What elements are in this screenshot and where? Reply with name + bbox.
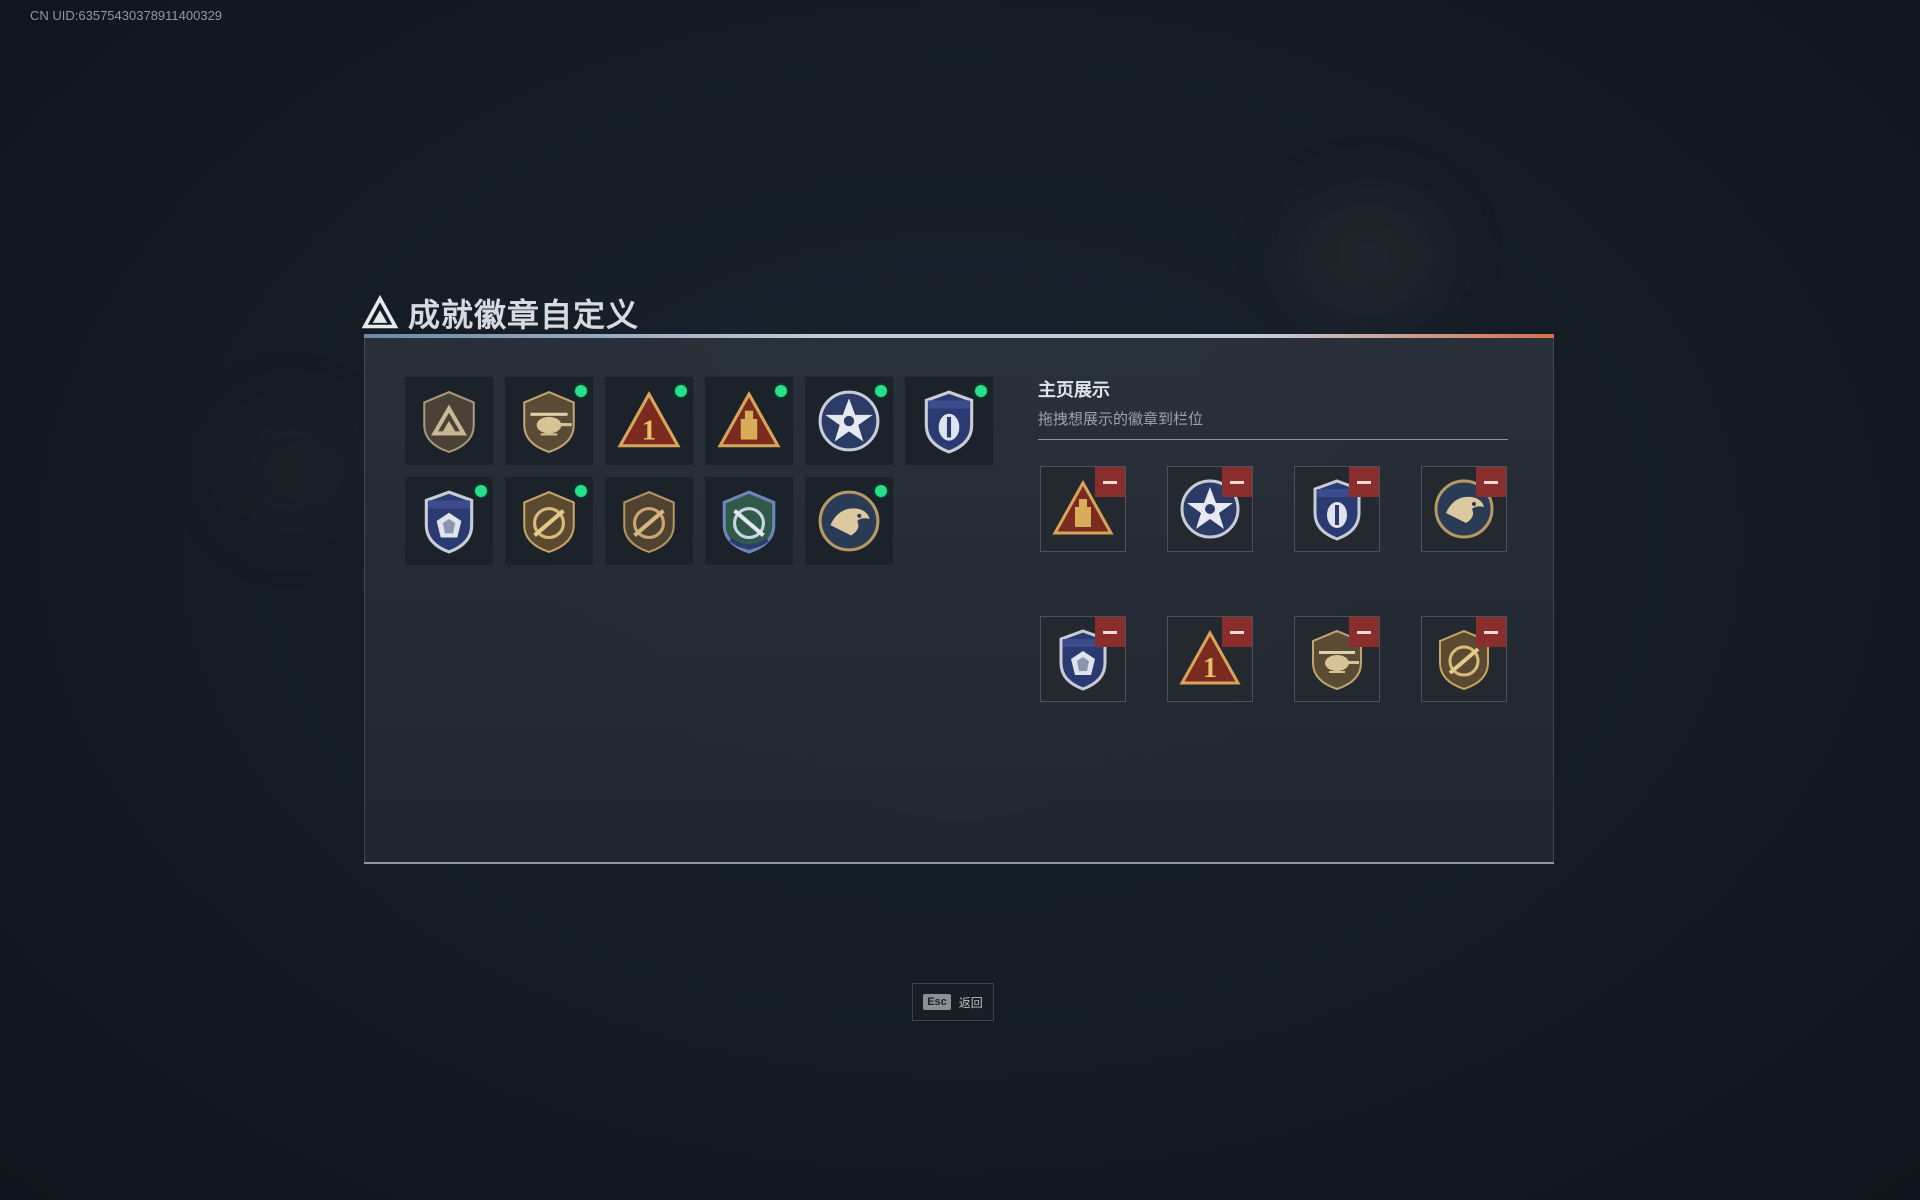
badge-inventory-slot[interactable]: [404, 376, 494, 466]
panel-bottom-border: [364, 862, 1554, 864]
delta-shield-badge-icon: [423, 391, 475, 454]
remove-badge-button[interactable]: [1349, 617, 1379, 647]
badge-inventory-slot[interactable]: [704, 376, 794, 466]
remove-badge-button[interactable]: [1349, 467, 1379, 497]
showcase-slots: 1: [1040, 466, 1510, 702]
minus-icon: [1484, 630, 1498, 634]
police-shield-crest-badge-icon: [424, 490, 474, 554]
remove-badge-button[interactable]: [1222, 467, 1252, 497]
divider: [1038, 439, 1508, 440]
showcase-slot[interactable]: [1040, 616, 1126, 702]
badge-inventory-slot[interactable]: [804, 376, 894, 466]
new-indicator-dot: [875, 385, 887, 397]
delta-logo-icon: [362, 295, 398, 329]
showcase-title: 主页展示: [1038, 380, 1110, 400]
back-label: 返回: [958, 995, 983, 1010]
badge-inventory-slot[interactable]: [704, 476, 794, 566]
badge-inventory-grid: 1: [404, 376, 1004, 566]
minus-icon: [1484, 480, 1498, 484]
background-glow: [220, 400, 360, 540]
remove-badge-button[interactable]: [1476, 617, 1506, 647]
background-glow: [1290, 190, 1450, 320]
police-shield-blue-badge-icon: [924, 390, 974, 454]
new-indicator-dot: [575, 485, 587, 497]
showcase-subtitle: 拖拽想展示的徽章到栏位: [1038, 411, 1204, 428]
new-indicator-dot: [475, 485, 487, 497]
badge-inventory-slot[interactable]: [504, 476, 594, 566]
esc-key-hint: Esc: [923, 994, 951, 1010]
red-triangle-one-badge-icon: 1: [617, 391, 681, 448]
badge-inventory-slot[interactable]: [604, 476, 694, 566]
star-silver-round-badge-icon: [818, 390, 880, 452]
badge-inventory-slot[interactable]: 1: [604, 376, 694, 466]
rifle-shield-bronze-badge-icon: [623, 491, 675, 554]
new-indicator-dot: [875, 485, 887, 497]
page-title: 成就徽章自定义: [362, 288, 639, 338]
badge-inventory-slot[interactable]: [404, 476, 494, 566]
showcase-slot[interactable]: [1167, 466, 1253, 552]
remove-badge-button[interactable]: [1476, 467, 1506, 497]
showcase-slot[interactable]: [1421, 466, 1507, 552]
showcase-header: 主页展示 拖拽想展示的徽章到栏位: [1038, 376, 1508, 440]
showcase-slot[interactable]: [1294, 466, 1380, 552]
minus-icon: [1103, 630, 1117, 634]
showcase-slot[interactable]: [1040, 466, 1126, 552]
remove-badge-button[interactable]: [1095, 617, 1125, 647]
showcase-slot[interactable]: [1421, 616, 1507, 702]
new-indicator-dot: [975, 385, 987, 397]
minus-icon: [1357, 480, 1371, 484]
panel-top-border: [364, 334, 1554, 338]
showcase-slot[interactable]: 1: [1167, 616, 1253, 702]
rifle-shield-gold-badge-icon: [523, 491, 575, 554]
new-indicator-dot: [675, 385, 687, 397]
badge-inventory-slot[interactable]: [504, 376, 594, 466]
svg-text:1: 1: [642, 415, 656, 447]
new-indicator-dot: [575, 385, 587, 397]
new-indicator-dot: [775, 385, 787, 397]
minus-icon: [1230, 480, 1244, 484]
remove-badge-button[interactable]: [1222, 617, 1252, 647]
minus-icon: [1357, 630, 1371, 634]
eagle-round-badge-icon: [818, 490, 880, 552]
red-triangle-tower-badge-icon: [717, 391, 781, 448]
green-cross-shield-badge-icon: [722, 490, 776, 554]
helicopter-shield-badge-icon: [523, 391, 575, 454]
user-uid: CN UID:635754303789114003​29: [30, 8, 223, 23]
svg-text:1: 1: [1203, 653, 1217, 684]
minus-icon: [1103, 480, 1117, 484]
showcase-slot[interactable]: [1294, 616, 1380, 702]
minus-icon: [1230, 630, 1244, 634]
badge-inventory-slot[interactable]: [804, 476, 894, 566]
page-title-text: 成就徽章自定义: [408, 297, 640, 333]
remove-badge-button[interactable]: [1095, 467, 1125, 497]
back-button[interactable]: Esc 返回: [912, 983, 994, 1021]
badge-inventory-slot[interactable]: [904, 376, 994, 466]
